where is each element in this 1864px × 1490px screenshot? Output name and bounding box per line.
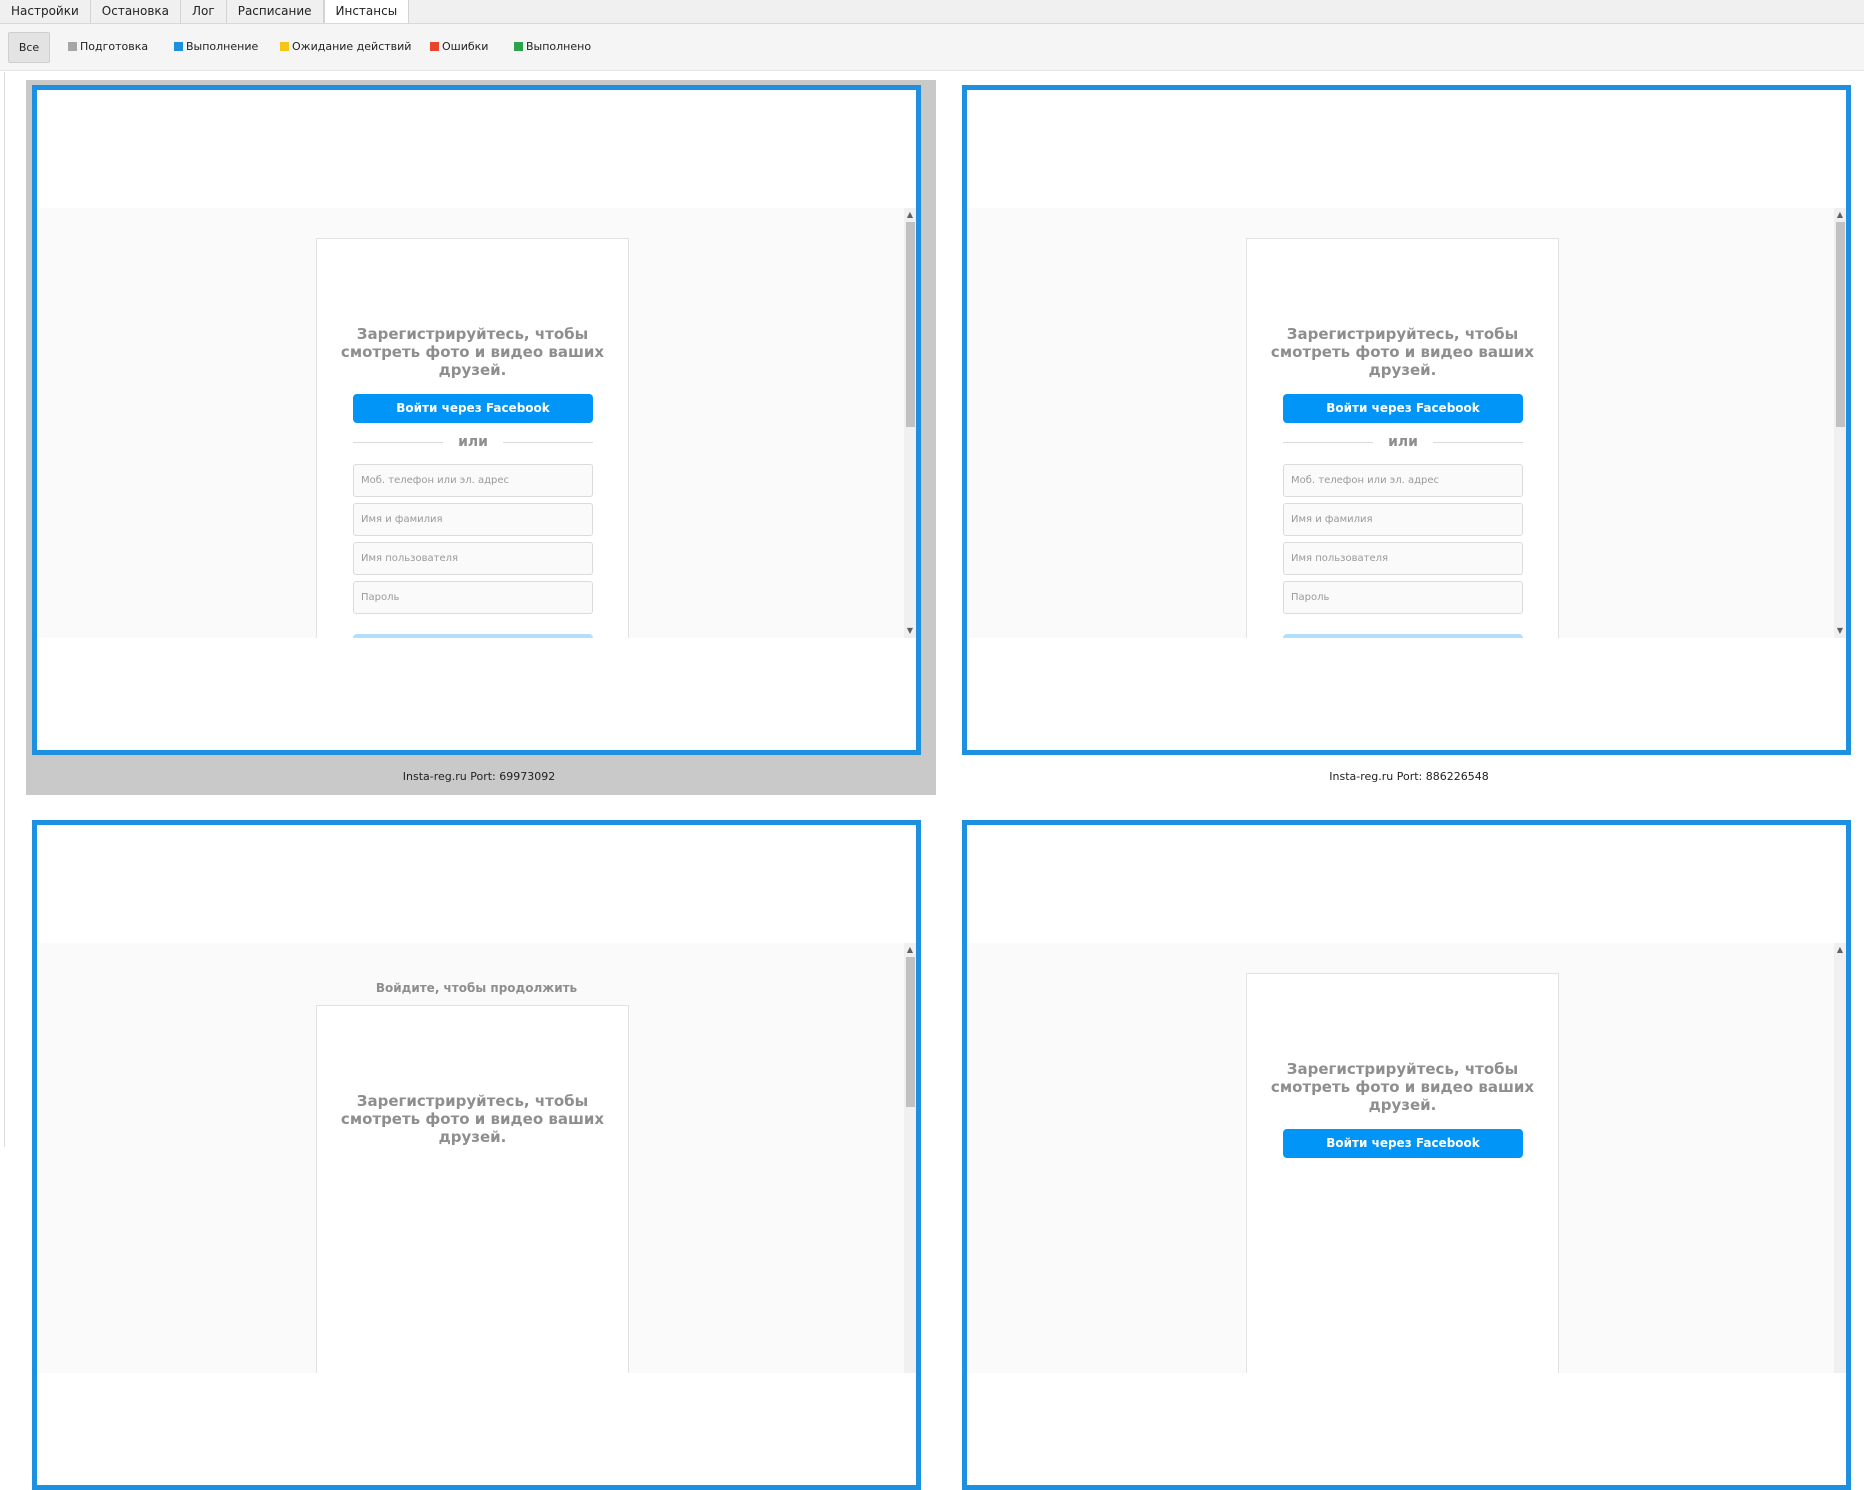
signup-headline: Зарегистрируйтесь, чтобы смотреть фото и… <box>340 1092 605 1146</box>
browser-viewport: Зарегистрируйтесь, чтобы смотреть фото и… <box>967 943 1846 1373</box>
signup-headline: Зарегистрируйтесь, чтобы смотреть фото и… <box>1270 325 1535 379</box>
or-divider: или <box>1283 433 1523 451</box>
filter-label: Ошибки <box>442 40 489 53</box>
facebook-login-button[interactable]: Войти через Facebook <box>1283 394 1523 423</box>
browser-viewport: Войдите, чтобы продолжить Зарегистрируйт… <box>37 943 916 1373</box>
signup-headline: Зарегистрируйтесь, чтобы смотреть фото и… <box>340 325 605 379</box>
or-text: или <box>458 434 488 450</box>
status-filter-bar: Все Подготовка Выполнение Ожидание дейст… <box>0 24 1864 71</box>
tab-instances[interactable]: Инстансы <box>323 0 410 23</box>
password-field[interactable]: Пароль <box>353 581 593 614</box>
or-text: или <box>1388 434 1418 450</box>
filter-preparing[interactable]: Подготовка <box>68 40 148 54</box>
instance-caption-2: Insta-reg.ru Port: 886226548 <box>1329 770 1489 783</box>
running-color-square <box>174 42 183 51</box>
instance-preview-2[interactable]: Зарегистрируйтесь, чтобы смотреть фото и… <box>962 85 1851 755</box>
instance-caption-1: Insta-reg.ru Port: 69973092 <box>402 770 556 783</box>
facebook-login-button[interactable]: Войти через Facebook <box>353 394 593 423</box>
filter-errors[interactable]: Ошибки <box>430 40 488 54</box>
scroll-down-icon[interactable]: ▼ <box>904 626 916 636</box>
tab-log[interactable]: Лог <box>181 0 227 23</box>
scroll-thumb[interactable] <box>906 957 915 1107</box>
viewport-scrollbar[interactable]: ▲ <box>904 943 916 1373</box>
scroll-up-icon[interactable]: ▲ <box>1834 210 1846 220</box>
panel-left-border <box>4 72 5 1147</box>
filter-running[interactable]: Выполнение <box>174 40 258 54</box>
username-field[interactable]: Имя пользователя <box>353 542 593 575</box>
scroll-up-icon[interactable]: ▲ <box>904 945 916 955</box>
viewport-scrollbar[interactable]: ▲ ▼ <box>904 208 916 638</box>
facebook-login-button[interactable]: Войти через Facebook <box>1283 1129 1523 1158</box>
or-divider: или <box>353 433 593 451</box>
scroll-down-icon[interactable]: ▼ <box>1834 626 1846 636</box>
browser-viewport: Зарегистрируйтесь, чтобы смотреть фото и… <box>967 208 1846 638</box>
signup-form: Зарегистрируйтесь, чтобы смотреть фото и… <box>316 238 629 638</box>
filter-label: Ожидание действий <box>292 40 412 53</box>
filter-label: Подготовка <box>80 40 149 53</box>
viewport-scrollbar[interactable]: ▲ ▼ <box>1834 208 1846 638</box>
signup-button[interactable] <box>1283 634 1523 638</box>
filter-label: Выполнено <box>526 40 592 53</box>
scroll-up-icon[interactable]: ▲ <box>904 210 916 220</box>
signup-form: Зарегистрируйтесь, чтобы смотреть фото и… <box>1246 238 1559 638</box>
scroll-thumb[interactable] <box>906 222 915 427</box>
filter-waiting[interactable]: Ожидание действий <box>280 40 411 54</box>
signup-button[interactable] <box>353 634 593 638</box>
filter-all-button[interactable]: Все <box>8 32 50 63</box>
scroll-thumb[interactable] <box>1836 222 1845 427</box>
scroll-up-icon[interactable]: ▲ <box>1834 945 1846 955</box>
filter-done[interactable]: Выполнено <box>514 40 591 54</box>
phone-email-field[interactable]: Моб. телефон или эл. адрес <box>353 464 593 497</box>
tab-stop[interactable]: Остановка <box>91 0 182 23</box>
tab-schedule[interactable]: Расписание <box>227 0 324 23</box>
tab-settings[interactable]: Настройки <box>0 0 91 23</box>
phone-email-field[interactable]: Моб. телефон или эл. адрес <box>1283 464 1523 497</box>
browser-viewport: Зарегистрируйтесь, чтобы смотреть фото и… <box>37 208 916 638</box>
tab-bar: Настройки Остановка Лог Расписание Инста… <box>0 0 1864 24</box>
errors-color-square <box>430 42 439 51</box>
viewport-scrollbar[interactable]: ▲ <box>1834 943 1846 1373</box>
preparing-color-square <box>68 42 77 51</box>
waiting-color-square <box>280 42 289 51</box>
instance-preview-1[interactable]: Зарегистрируйтесь, чтобы смотреть фото и… <box>32 85 921 755</box>
instance-preview-3[interactable]: Войдите, чтобы продолжить Зарегистрируйт… <box>32 820 921 1490</box>
instance-preview-4[interactable]: Зарегистрируйтесь, чтобы смотреть фото и… <box>962 820 1851 1490</box>
signup-headline: Зарегистрируйтесь, чтобы смотреть фото и… <box>1270 1060 1535 1114</box>
password-field[interactable]: Пароль <box>1283 581 1523 614</box>
signup-form: Зарегистрируйтесь, чтобы смотреть фото и… <box>316 1005 629 1373</box>
login-prompt-text: Войдите, чтобы продолжить <box>375 981 578 995</box>
signup-form: Зарегистрируйтесь, чтобы смотреть фото и… <box>1246 973 1559 1373</box>
done-color-square <box>514 42 523 51</box>
full-name-field[interactable]: Имя и фамилия <box>353 503 593 536</box>
username-field[interactable]: Имя пользователя <box>1283 542 1523 575</box>
full-name-field[interactable]: Имя и фамилия <box>1283 503 1523 536</box>
filter-label: Выполнение <box>186 40 259 53</box>
